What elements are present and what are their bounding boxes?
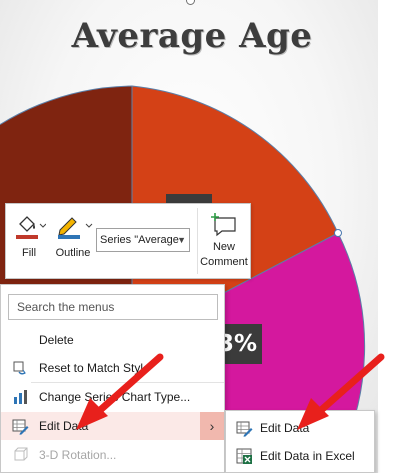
submenu-item-edit-data-in-excel[interactable]: Edit Data in Excel: [226, 442, 374, 470]
mini-toolbar: Fill Outline Series "Average ▼ New Comme…: [5, 203, 251, 279]
new-comment-label: New Comment: [198, 240, 250, 270]
excel-icon: [236, 448, 252, 464]
menu-item-change-series-chart-type[interactable]: Change Series Chart Type...: [1, 383, 224, 411]
rotation-3d-icon: [14, 447, 28, 461]
menu-item-reset-to-match-style[interactable]: Reset to Match Style: [1, 354, 224, 382]
edit-data-submenu: Edit Data Edit Data in Excel: [225, 410, 375, 473]
series-selector-dropdown[interactable]: Series "Average ▼: [96, 228, 190, 252]
new-comment-label-line2: Comment: [200, 256, 248, 268]
edit-data-icon: [12, 419, 29, 435]
outline-color-swatch: [58, 235, 80, 239]
series-handle: [334, 229, 342, 237]
series-selector-value: Series "Average: [100, 234, 179, 246]
pen-outline-icon: [58, 217, 93, 239]
new-comment-button[interactable]: New Comment: [198, 210, 250, 268]
fill-button[interactable]: Fill: [12, 210, 47, 259]
submenu-item-edit-data[interactable]: Edit Data: [226, 414, 374, 442]
paint-bucket-icon: [16, 216, 47, 239]
new-comment-icon: [211, 213, 236, 237]
fill-color-swatch: [16, 235, 38, 239]
menu-item-label: 3-D Rotation...: [39, 448, 117, 462]
reset-style-icon: [13, 361, 26, 375]
chevron-down-icon: ▼: [177, 235, 186, 245]
menu-item-delete[interactable]: Delete: [1, 326, 224, 354]
menu-item-label: Reset to Match Style: [39, 361, 150, 375]
fill-label: Fill: [21, 247, 37, 259]
submenu-chevron-right-icon[interactable]: ›: [200, 412, 224, 440]
chart-type-icon: [14, 390, 27, 404]
menu-item-label: Edit Data: [39, 419, 89, 433]
submenu-item-label: Edit Data in Excel: [260, 449, 355, 463]
edit-data-icon: [236, 421, 253, 437]
menu-item-3d-rotation: 3-D Rotation...: [1, 441, 224, 469]
new-comment-label-line1: New: [212, 241, 235, 253]
menu-item-label: Delete: [39, 333, 74, 347]
submenu-item-label: Edit Data: [260, 421, 310, 435]
workspace-margin: [378, 0, 406, 473]
menu-item-edit-data[interactable]: Edit Data ›: [1, 412, 224, 440]
context-menu: Search the menus Delete Reset to Match S…: [0, 284, 225, 473]
outline-label: Outline: [55, 247, 91, 259]
menu-item-label: Change Series Chart Type...: [39, 390, 191, 404]
outline-button[interactable]: Outline: [50, 210, 96, 259]
menu-search-input[interactable]: Search the menus: [8, 294, 218, 320]
